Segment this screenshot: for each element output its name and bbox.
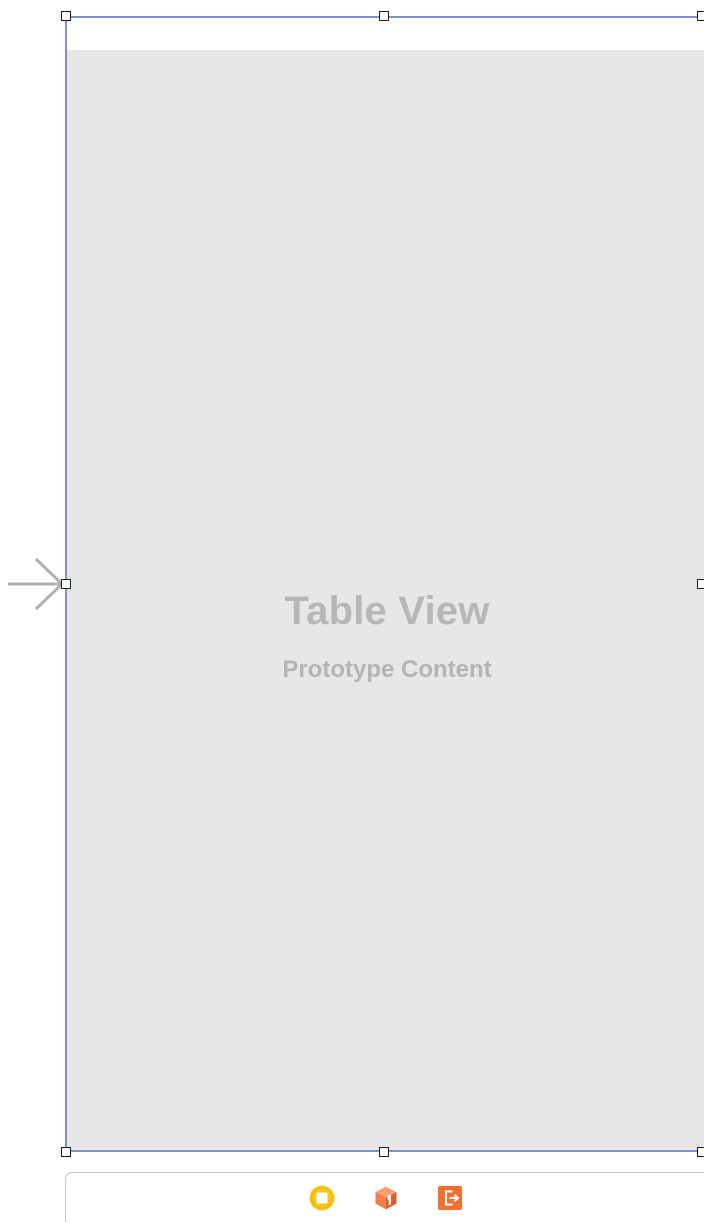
resize-handle-bottom-middle[interactable] [379,1147,389,1157]
view-controller-icon[interactable] [308,1184,336,1212]
table-view-controller-scene[interactable]: Table View Prototype Content [65,16,704,1152]
initial-view-controller-arrow-icon[interactable] [8,556,64,612]
resize-handle-top-middle[interactable] [379,11,389,21]
resize-handle-top-right[interactable] [697,11,704,21]
table-view-subtitle: Prototype Content [282,656,492,683]
exit-icon[interactable] [436,1184,464,1212]
table-view[interactable]: Table View Prototype Content [67,50,704,1150]
table-view-title: Table View [284,589,490,633]
resize-handle-middle-left[interactable] [61,579,71,589]
resize-handle-bottom-left[interactable] [61,1147,71,1157]
resize-handle-middle-right[interactable] [697,579,704,589]
resize-handle-top-left[interactable] [61,11,71,21]
status-bar [67,18,704,50]
resize-handle-bottom-right[interactable] [697,1147,704,1157]
storyboard-canvas: Table View Prototype Content [0,0,704,1222]
first-responder-icon[interactable] [372,1184,400,1212]
